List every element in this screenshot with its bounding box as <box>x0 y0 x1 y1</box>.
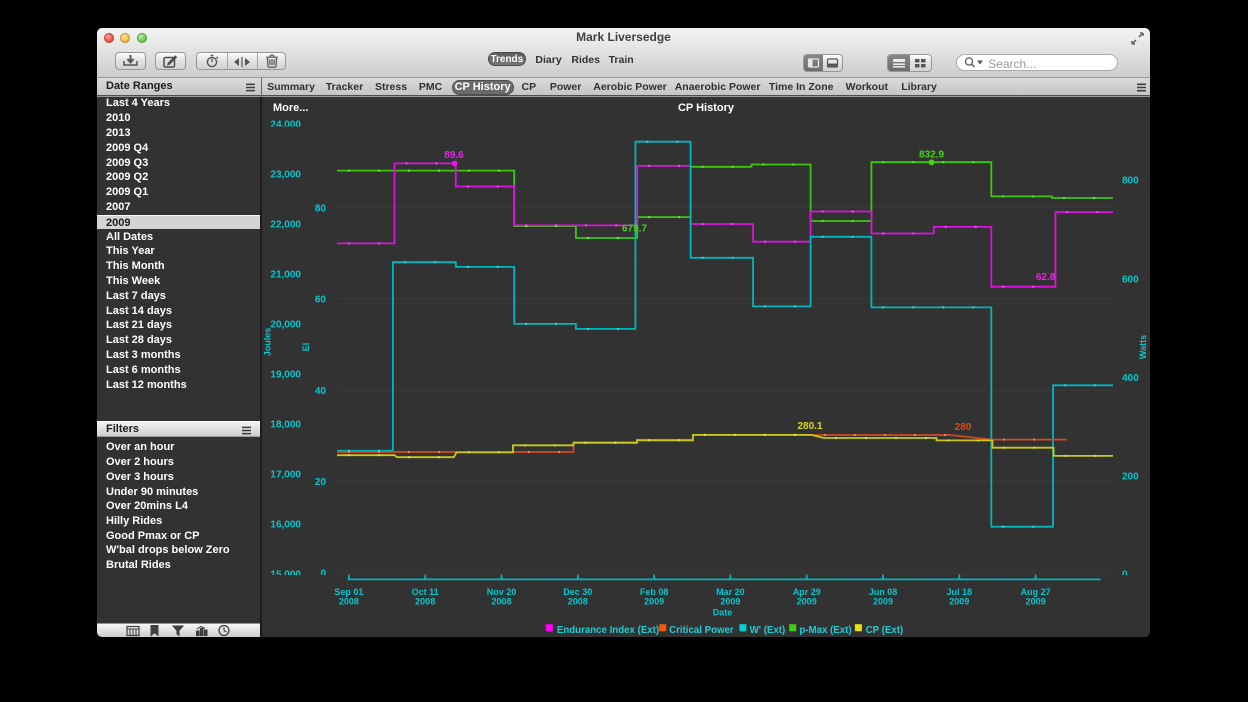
svg-text:EI: EI <box>301 343 311 352</box>
svg-text:280: 280 <box>955 422 972 433</box>
svg-text:21,000: 21,000 <box>270 270 301 281</box>
svg-text:20: 20 <box>315 477 327 488</box>
svg-text:200: 200 <box>1122 472 1139 483</box>
svg-text:19,000: 19,000 <box>270 370 301 381</box>
svg-text:800: 800 <box>1122 176 1139 187</box>
svg-text:400: 400 <box>1122 373 1139 384</box>
svg-text:Watts: Watts <box>1138 335 1148 359</box>
svg-text:Critical Power: Critical Power <box>669 625 734 636</box>
svg-text:Joules: Joules <box>263 328 273 357</box>
svg-text:20,000: 20,000 <box>270 320 301 331</box>
svg-text:600: 600 <box>1122 275 1139 286</box>
svg-text:17,000: 17,000 <box>270 470 301 481</box>
svg-text:p-Max (Ext): p-Max (Ext) <box>799 625 851 636</box>
svg-text:Endurance Index (Ext): Endurance Index (Ext) <box>557 625 659 636</box>
svg-text:62.8: 62.8 <box>1036 272 1056 283</box>
svg-text:832.9: 832.9 <box>919 150 944 161</box>
svg-text:2008: 2008 <box>568 596 588 606</box>
svg-text:2009: 2009 <box>949 596 969 606</box>
svg-text:W' (Ext): W' (Ext) <box>750 625 786 636</box>
svg-text:80: 80 <box>315 203 327 214</box>
svg-text:89.6: 89.6 <box>444 150 464 161</box>
svg-text:23,000: 23,000 <box>270 170 301 181</box>
svg-text:40: 40 <box>315 386 327 397</box>
svg-text:CP (Ext): CP (Ext) <box>866 625 904 636</box>
svg-text:679.7: 679.7 <box>622 224 647 235</box>
svg-text:280.1: 280.1 <box>797 421 822 432</box>
svg-text:2009: 2009 <box>1026 596 1046 606</box>
svg-text:18,000: 18,000 <box>270 420 301 431</box>
svg-text:60: 60 <box>315 295 327 306</box>
svg-text:2009: 2009 <box>720 596 740 606</box>
svg-text:Date: Date <box>713 608 733 618</box>
svg-text:16,000: 16,000 <box>270 520 301 531</box>
svg-text:22,000: 22,000 <box>270 220 301 231</box>
svg-text:2008: 2008 <box>415 596 435 606</box>
svg-text:2009: 2009 <box>644 596 664 606</box>
svg-text:2009: 2009 <box>797 596 817 606</box>
svg-text:2009: 2009 <box>873 596 893 606</box>
svg-text:2008: 2008 <box>491 596 511 606</box>
svg-text:2008: 2008 <box>339 596 359 606</box>
